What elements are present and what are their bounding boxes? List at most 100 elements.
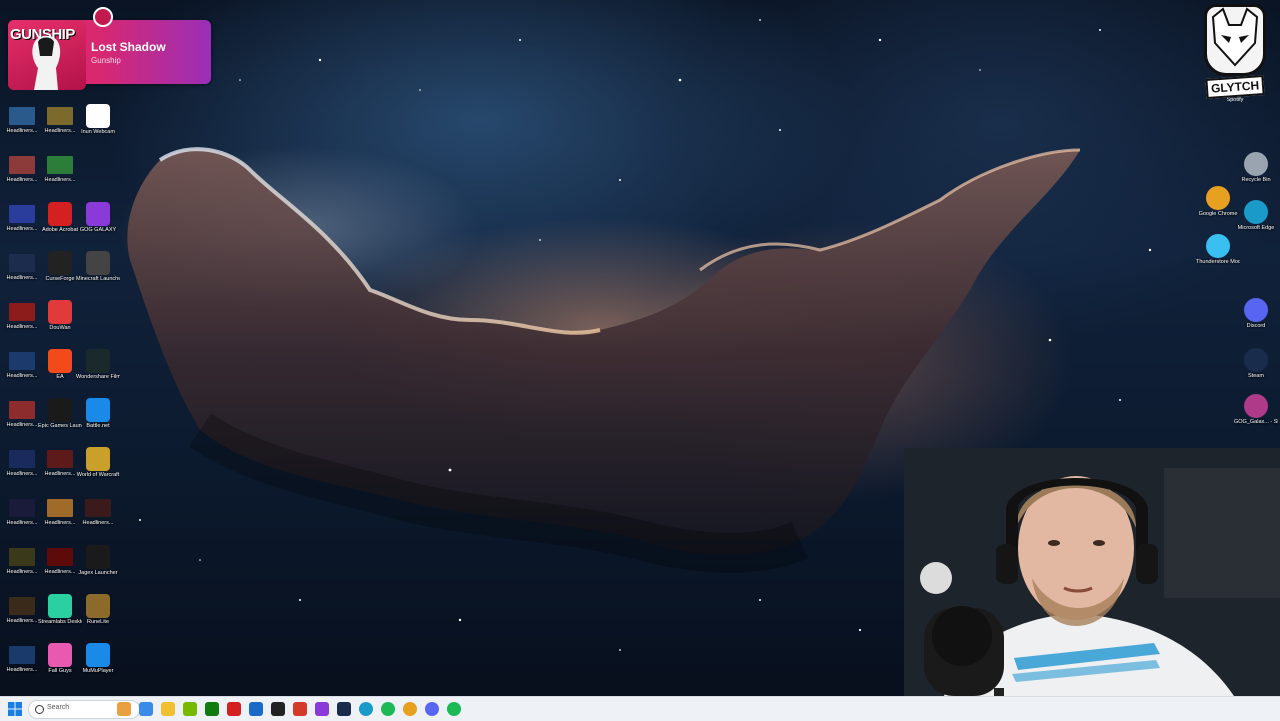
webcam-overlay bbox=[904, 448, 1280, 696]
taskbar-file-explorer-icon[interactable] bbox=[161, 702, 175, 716]
headliners-icon bbox=[9, 548, 35, 566]
headliners-icon bbox=[47, 450, 73, 468]
taskbar-copilot-icon[interactable] bbox=[139, 702, 153, 716]
headliners-icon bbox=[9, 107, 35, 125]
epic-games-launcher-icon bbox=[48, 398, 72, 422]
mumuplayer-icon bbox=[86, 643, 110, 667]
desktop-icon-label: Thunderstore Mod Mana... bbox=[1196, 259, 1240, 265]
headliners-icon bbox=[47, 107, 73, 125]
desktop-icon-label: DouWan bbox=[49, 325, 71, 331]
desktop-icon-label: Minecraft Launcher v2 bbox=[76, 276, 120, 282]
curseforge-icon bbox=[48, 251, 72, 275]
desktop-icon-microsoft-edge[interactable]: Microsoft Edge bbox=[1234, 200, 1278, 248]
desktop-icon-label: Microsoft Edge bbox=[1237, 225, 1275, 231]
taskbar-xbox-icon[interactable] bbox=[205, 702, 219, 716]
desktop-icon-gog-galax-shortcut[interactable]: GOG_Galax... - Shortcut bbox=[1234, 394, 1278, 442]
headliners-icon bbox=[9, 303, 35, 321]
headliners-icon bbox=[9, 401, 35, 419]
google-chrome-icon bbox=[1206, 186, 1230, 210]
webcam-person-figure bbox=[904, 448, 1280, 696]
gog-galaxy-icon bbox=[86, 202, 110, 226]
desktop-icon-runelite[interactable]: RuneLite bbox=[76, 594, 120, 642]
steam-icon bbox=[1244, 348, 1268, 372]
track-title: Lost Shadow bbox=[91, 40, 166, 54]
taskbar-edge-icon[interactable] bbox=[359, 702, 373, 716]
thunderstore-mod-mana-icon bbox=[1206, 234, 1230, 258]
power-icon[interactable] bbox=[93, 7, 113, 27]
desktop-icon-label: Steam bbox=[1248, 373, 1264, 379]
desktop-icon-label: Inun Webcam bbox=[81, 129, 115, 135]
windows-start-icon[interactable] bbox=[8, 702, 22, 716]
track-artist: Gunship bbox=[91, 56, 121, 65]
taskbar-spotify-icon[interactable] bbox=[381, 702, 395, 716]
gog-galax-shortcut-icon bbox=[1244, 394, 1268, 418]
desktop-icon-inun-webcam[interactable]: Inun Webcam bbox=[76, 104, 120, 152]
taskbar-widgets-icon[interactable] bbox=[117, 702, 131, 716]
inun-webcam-icon bbox=[86, 104, 110, 128]
headliners-icon bbox=[9, 597, 35, 615]
glytch-wordmark: GLYTCH bbox=[1205, 74, 1265, 100]
desktop-icon-label: World of Warcraft bbox=[76, 472, 120, 478]
desktop-icon-label: GOG_Galax... - Shortcut bbox=[1234, 419, 1278, 425]
headliners-icon bbox=[9, 352, 35, 370]
desktop-icon-label: Jagex Launcher bbox=[78, 570, 118, 576]
headliners-icon bbox=[47, 548, 73, 566]
desktop-icon-world-of-warcraft[interactable]: World of Warcraft bbox=[76, 447, 120, 495]
desktop-icon-label: Wondershare Filmora 14 bbox=[76, 374, 120, 380]
taskbar-overwolf-icon[interactable] bbox=[293, 702, 307, 716]
media-now-playing-widget[interactable]: GUNSHIP Lost Shadow Gunship bbox=[8, 7, 211, 90]
desktop-icon-label: Discord bbox=[1246, 323, 1266, 329]
taskbar-epic-icon[interactable] bbox=[271, 702, 285, 716]
desktop-icon-douwan[interactable]: DouWan bbox=[38, 300, 82, 348]
desktop-icon-gog-galaxy[interactable]: GOG GALAXY bbox=[76, 202, 120, 250]
desktop-icon-recycle-bin[interactable]: Recycle Bin bbox=[1234, 152, 1278, 200]
recycle-bin-icon bbox=[1244, 152, 1268, 176]
desktop-icon-wondershare-filmora-14[interactable]: Wondershare Filmora 14 bbox=[76, 349, 120, 397]
headliners-icon bbox=[47, 499, 73, 517]
headliners-icon bbox=[85, 499, 111, 517]
runelite-icon bbox=[86, 594, 110, 618]
desktop-icon-mumuplayer[interactable]: MuMuPlayer bbox=[76, 643, 120, 691]
desktop-icon-label: MuMuPlayer bbox=[82, 668, 114, 674]
desktop-icon-label: Headliners... bbox=[44, 177, 76, 183]
adobe-acrobat-icon bbox=[48, 202, 72, 226]
headliners-icon bbox=[47, 156, 73, 174]
album-art: GUNSHIP bbox=[8, 20, 86, 90]
headliners-icon bbox=[9, 646, 35, 664]
taskbar-steam-icon[interactable] bbox=[337, 702, 351, 716]
album-figure-illustration bbox=[32, 35, 61, 90]
search-placeholder: Search bbox=[47, 704, 70, 711]
desktop-icon-minecraft-launcher-v2[interactable]: Minecraft Launcher v2 bbox=[76, 251, 120, 299]
desktop-icon-jagex-launcher[interactable]: Jagex Launcher bbox=[76, 545, 120, 593]
world-of-warcraft-icon bbox=[86, 447, 110, 471]
search-icon bbox=[35, 705, 44, 714]
headliners-icon bbox=[9, 499, 35, 517]
desktop-icon-label: RuneLite bbox=[86, 619, 110, 625]
desktop-icon-battle-net[interactable]: Battle.net bbox=[76, 398, 120, 446]
desktop-icon-label: Headliners... bbox=[82, 520, 114, 526]
jagex-launcher-icon bbox=[86, 545, 110, 569]
taskbar-gog-icon[interactable] bbox=[315, 702, 329, 716]
desktop-icon-thunderstore-mod-mana[interactable]: Thunderstore Mod Mana... bbox=[1196, 234, 1240, 282]
desktop-icon-steam[interactable]: Steam bbox=[1234, 348, 1278, 396]
taskbar: Search bbox=[0, 696, 1280, 721]
ea-icon bbox=[48, 349, 72, 373]
douwan-icon bbox=[48, 300, 72, 324]
glytch-logo-widget[interactable]: GLYTCH Spotify bbox=[1200, 4, 1270, 104]
taskbar-chrome-icon[interactable] bbox=[403, 702, 417, 716]
desktop-icon-label: Battle.net bbox=[86, 423, 110, 429]
taskbar-discord-icon[interactable] bbox=[425, 702, 439, 716]
battle-net-icon bbox=[86, 398, 110, 422]
desktop-icon-label: GOG GALAXY bbox=[79, 227, 117, 233]
minecraft-launcher-v2-icon bbox=[86, 251, 110, 275]
taskbar-nvidia-icon[interactable] bbox=[183, 702, 197, 716]
desktop-icon-headliners[interactable]: Headliners... bbox=[38, 153, 82, 201]
taskbar-acrobat-icon[interactable] bbox=[227, 702, 241, 716]
desktop-icon-discord[interactable]: Discord bbox=[1234, 298, 1278, 346]
taskbar-xbox-app-icon[interactable] bbox=[447, 702, 461, 716]
headliners-icon bbox=[9, 450, 35, 468]
headliners-icon bbox=[9, 254, 35, 272]
desktop-icon-headliners[interactable]: Headliners... bbox=[76, 496, 120, 544]
taskbar-store-icon[interactable] bbox=[249, 702, 263, 716]
headliners-icon bbox=[9, 205, 35, 223]
